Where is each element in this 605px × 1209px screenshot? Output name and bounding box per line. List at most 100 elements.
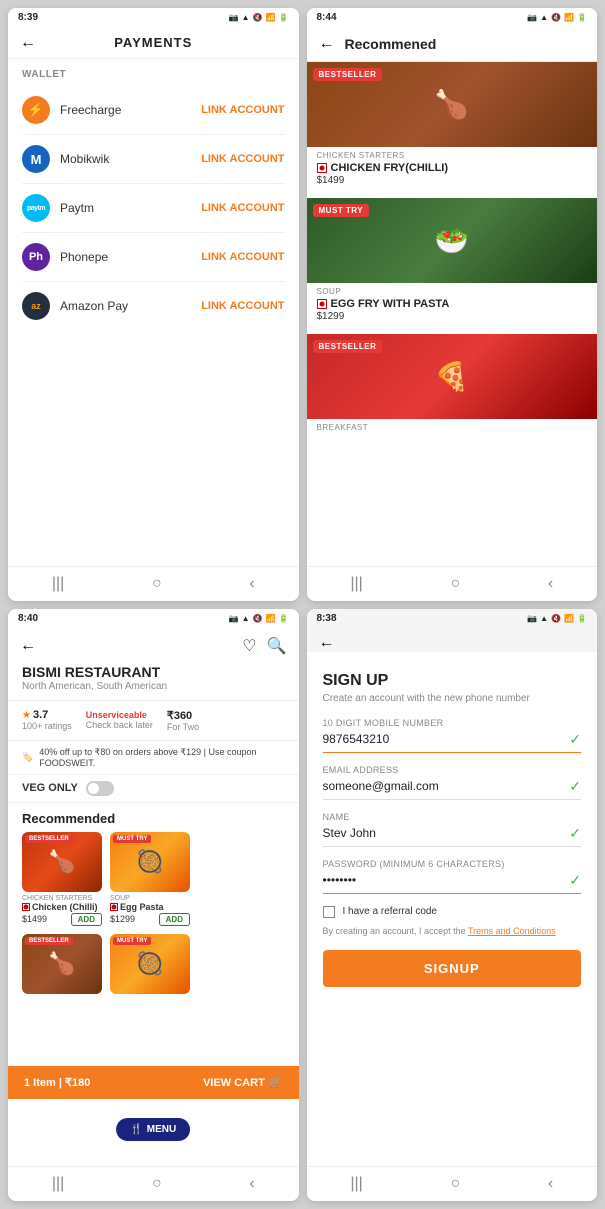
nav-back-icon-signup[interactable]: ‹ <box>548 1175 553 1193</box>
food-price-1: $1299 <box>317 311 588 322</box>
add-button-1[interactable]: ADD <box>159 913 190 926</box>
email-field: EMAIL ADDRESS someone@gmail.com ✓ <box>323 765 582 800</box>
password-value[interactable]: •••••••• <box>323 873 570 887</box>
veg-icon-0 <box>317 163 327 173</box>
referral-row: I have a referral code <box>323 906 582 918</box>
nav-back-icon-rec[interactable]: ‹ <box>548 575 553 593</box>
cart-label: 1 Item | ₹180 <box>24 1076 90 1089</box>
nav-back-icon-rest[interactable]: ‹ <box>249 1175 254 1193</box>
back-arrow-payments[interactable]: ← <box>20 34 36 52</box>
nav-home-icon-signup[interactable]: ○ <box>450 1175 460 1193</box>
freecharge-link[interactable]: LINK ACCOUNT <box>201 104 284 116</box>
food-card-small-1: 🥘 MUST TRY SOUP Egg Pasta $1299 ADD <box>110 832 190 926</box>
offer-banner: 🏷️ 40% off up to ₹80 on orders above ₹12… <box>8 741 299 775</box>
nav-menu-icon[interactable]: ||| <box>52 575 64 593</box>
food-info-2: BREAKFAST <box>307 419 598 440</box>
email-value[interactable]: someone@gmail.com <box>323 779 570 793</box>
food-category-2: BREAKFAST <box>317 423 588 432</box>
mobile-check-icon: ✓ <box>569 731 581 748</box>
time-signup: 8:38 <box>317 613 337 624</box>
email-label: EMAIL ADDRESS <box>323 765 582 775</box>
back-arrow-recommended[interactable]: ← <box>319 35 335 53</box>
mobile-label: 10 DIGIT MOBILE NUMBER <box>323 718 582 728</box>
terms-link[interactable]: Trems and Conditions <box>468 926 556 936</box>
payment-item-amazon: az Amazon Pay LINK ACCOUNT <box>22 282 285 330</box>
service-status: Unserviceable <box>86 710 153 720</box>
name-check-icon: ✓ <box>569 825 581 842</box>
food-price-small-1: $1299 ADD <box>110 913 190 926</box>
heart-icon[interactable]: ♡ <box>242 636 256 656</box>
restaurant-stats: ★ 3.7 100+ ratings Unserviceable Check b… <box>8 700 299 741</box>
signup-subtitle: Create an account with the new phone num… <box>323 693 582 704</box>
payment-item-freecharge: ⚡ Freecharge LINK ACCOUNT <box>22 86 285 135</box>
amazon-link[interactable]: LINK ACCOUNT <box>201 300 284 312</box>
rating-count: 100+ ratings <box>22 721 72 731</box>
food-card-small-3: 🥘 MUST TRY <box>110 934 190 994</box>
nav-home-icon-rec[interactable]: ○ <box>450 575 460 593</box>
food-price-small-0: $1499 ADD <box>22 913 102 926</box>
veg-icon-1 <box>317 299 327 309</box>
mobile-field: 10 DIGIT MOBILE NUMBER 9876543210 ✓ <box>323 718 582 753</box>
nav-menu-icon-rec[interactable]: ||| <box>350 575 362 593</box>
nav-back-icon[interactable]: ‹ <box>249 575 254 593</box>
time-restaurant: 8:40 <box>18 613 38 624</box>
phonepe-link[interactable]: LINK ACCOUNT <box>201 251 284 263</box>
status-icons-restaurant: 📷 ▲ 🔇 📶 🔋 <box>229 614 289 623</box>
nav-menu-icon-signup[interactable]: ||| <box>350 1175 362 1193</box>
offer-text: 40% off up to ₹80 on orders above ₹129 |… <box>39 747 284 768</box>
food-card-small-0: 🍗 BESTSELLER CHICKEN STARTERS Chicken (C… <box>22 832 102 926</box>
food-category-0: CHICKEN STARTERS <box>317 151 588 160</box>
nav-bar-signup: ||| ○ ‹ <box>307 1166 598 1201</box>
signup-button[interactable]: SIGNUP <box>323 950 582 987</box>
terms-text: By creating an account, I accept the Tre… <box>323 926 582 936</box>
name-label: NAME <box>323 812 582 822</box>
payments-title: PAYMENTS <box>114 35 192 50</box>
restaurant-name: BISMI RESTAURANT <box>22 664 285 680</box>
back-arrow-signup[interactable]: ← <box>319 634 335 651</box>
search-icon[interactable]: 🔍 <box>267 636 287 656</box>
food-card-1: 🥗 MUST TRY SOUP EGG FRY WITH PASTA $1299 <box>307 198 598 328</box>
mobikwik-icon: M <box>22 145 50 173</box>
signup-inner: SIGN UP Create an account with the new p… <box>307 652 598 1167</box>
menu-fab-button[interactable]: 🍴 MENU <box>116 1118 190 1141</box>
password-field: PASSWORD (MINIMUM 6 CHARACTERS) ••••••••… <box>323 859 582 894</box>
status-icons-recommended: 📷 ▲ 🔇 📶 🔋 <box>527 13 587 22</box>
password-input-wrap: •••••••• ✓ <box>323 872 582 894</box>
signup-screen: 8:38 📷 ▲ 🔇 📶 🔋 ← SIGN UP Create an accou… <box>307 609 598 1202</box>
paytm-icon: paytm <box>22 194 50 222</box>
paytm-link[interactable]: LINK ACCOUNT <box>201 202 284 214</box>
nav-home-icon[interactable]: ○ <box>152 575 162 593</box>
food-cat-small-0: CHICKEN STARTERS <box>22 895 102 902</box>
veg-icon-small-0 <box>22 903 30 911</box>
back-arrow-restaurant[interactable]: ← <box>20 637 36 655</box>
offer-icon: 🏷️ <box>22 752 33 763</box>
cart-bar[interactable]: 1 Item | ₹180 VIEW CART 🛒 <box>8 1066 299 1099</box>
signup-header: ← <box>307 628 598 652</box>
food-row2-restaurant: 🍗 BESTSELLER 🥘 MUST TRY <box>8 934 299 1000</box>
nav-bar-recommended: ||| ○ ‹ <box>307 566 598 601</box>
mobikwik-link[interactable]: LINK ACCOUNT <box>201 153 284 165</box>
time-payments: 8:39 <box>18 12 38 23</box>
veg-toggle-row: VEG ONLY <box>8 775 299 803</box>
veg-icon-small-1 <box>110 903 118 911</box>
payments-header: ← PAYMENTS <box>8 27 299 59</box>
nav-menu-icon-rest[interactable]: ||| <box>52 1175 64 1193</box>
recommended-screen: 8:44 📷 ▲ 🔇 📶 🔋 ← Recommened 🍗 BESTSELLER… <box>307 8 598 601</box>
name-field: NAME Stev John ✓ <box>323 812 582 847</box>
referral-label: I have a referral code <box>343 906 438 917</box>
name-value[interactable]: Stev John <box>323 826 570 840</box>
add-button-0[interactable]: ADD <box>71 913 102 926</box>
nav-home-icon-rest[interactable]: ○ <box>152 1175 162 1193</box>
recommended-header: ← Recommened <box>307 27 598 62</box>
freecharge-icon: ⚡ <box>22 96 50 124</box>
referral-checkbox[interactable] <box>323 906 335 918</box>
restaurant-info: BISMI RESTAURANT North American, South A… <box>8 664 299 700</box>
status-bar-restaurant: 8:40 📷 ▲ 🔇 📶 🔋 <box>8 609 299 628</box>
food-info-1: SOUP EGG FRY WITH PASTA $1299 <box>307 283 598 328</box>
badge-small-0: BESTSELLER <box>25 835 73 843</box>
veg-toggle-switch[interactable] <box>86 781 114 796</box>
mobile-value[interactable]: 9876543210 <box>323 732 570 746</box>
price-label: For Two <box>167 722 199 732</box>
food-info-0: CHICKEN STARTERS CHICKEN FRY(CHILLI) $14… <box>307 147 598 192</box>
badge-bestseller-0: BESTSELLER <box>313 68 383 81</box>
